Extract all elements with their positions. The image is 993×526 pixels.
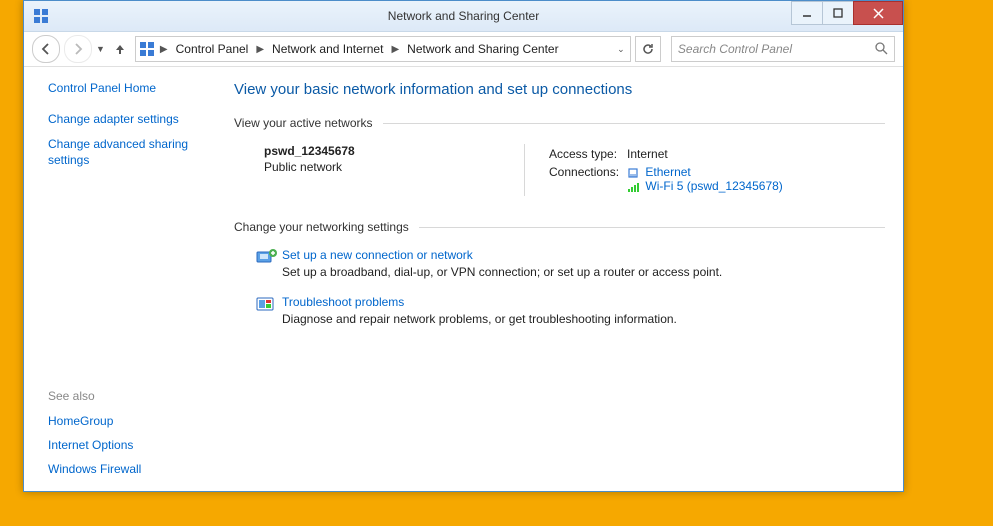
maximize-button[interactable] — [822, 1, 854, 25]
divider — [419, 227, 885, 228]
main-panel: View your basic network information and … — [224, 67, 903, 491]
search-icon — [874, 41, 888, 58]
task-troubleshoot-desc: Diagnose and repair network problems, or… — [282, 312, 677, 326]
sidebar-internet-options[interactable]: Internet Options — [48, 438, 214, 452]
active-network-block: pswd_12345678 Public network Access type… — [264, 144, 885, 196]
change-settings-heading: Change your networking settings — [234, 220, 409, 234]
breadcrumb[interactable]: ▶ Control Panel ▶ Network and Internet ▶… — [135, 36, 631, 62]
task-new-connection: Set up a new connection or network Set u… — [252, 248, 885, 279]
breadcrumb-network-internet[interactable]: Network and Internet — [268, 40, 387, 58]
breadcrumb-network-sharing[interactable]: Network and Sharing Center — [403, 40, 562, 58]
access-type-label: Access type: — [549, 146, 625, 162]
new-connection-icon — [252, 248, 282, 272]
up-button[interactable] — [109, 38, 131, 60]
window: Network and Sharing Center ▼ ▶ Control P… — [23, 0, 904, 492]
sidebar-change-advanced-sharing[interactable]: Change advanced sharing settings — [48, 136, 214, 168]
troubleshoot-icon — [252, 295, 282, 319]
chevron-right-icon[interactable]: ▶ — [254, 44, 266, 55]
sidebar-homegroup[interactable]: HomeGroup — [48, 414, 214, 428]
nav-bar: ▼ ▶ Control Panel ▶ Network and Internet… — [24, 32, 903, 67]
task-troubleshoot-link[interactable]: Troubleshoot problems — [282, 295, 677, 309]
wifi-icon — [627, 181, 639, 193]
breadcrumb-dropdown-icon[interactable]: ⌄ — [614, 44, 628, 55]
window-title: Network and Sharing Center — [24, 9, 903, 23]
connection-ethernet-link[interactable]: Ethernet — [645, 165, 690, 179]
breadcrumb-icon — [138, 40, 156, 58]
network-type: Public network — [264, 160, 524, 174]
sidebar-change-adapter[interactable]: Change adapter settings — [48, 112, 214, 126]
chevron-right-icon[interactable]: ▶ — [389, 44, 401, 55]
titlebar: Network and Sharing Center — [24, 1, 903, 32]
task-troubleshoot: Troubleshoot problems Diagnose and repai… — [252, 295, 885, 326]
task-new-connection-desc: Set up a broadband, dial-up, or VPN conn… — [282, 265, 722, 279]
refresh-button[interactable] — [635, 36, 661, 62]
sidebar: Control Panel Home Change adapter settin… — [24, 67, 224, 491]
sidebar-control-panel-home[interactable]: Control Panel Home — [48, 81, 214, 95]
system-icon — [28, 3, 54, 29]
divider — [383, 123, 885, 124]
active-networks-heading: View your active networks — [234, 116, 373, 130]
back-button[interactable] — [32, 35, 60, 63]
search-input[interactable]: Search Control Panel — [671, 36, 895, 62]
see-also-heading: See also — [48, 389, 214, 403]
recent-dropdown-icon[interactable]: ▼ — [96, 44, 105, 54]
breadcrumb-control-panel[interactable]: Control Panel — [172, 40, 253, 58]
access-type-value: Internet — [627, 146, 789, 162]
task-new-connection-link[interactable]: Set up a new connection or network — [282, 248, 722, 262]
connections-label: Connections: — [549, 164, 625, 194]
connection-wifi-link[interactable]: Wi-Fi 5 (pswd_12345678) — [645, 179, 782, 193]
forward-button[interactable] — [64, 35, 92, 63]
minimize-button[interactable] — [791, 1, 823, 25]
ethernet-icon — [627, 167, 639, 179]
page-heading: View your basic network information and … — [234, 81, 885, 98]
search-placeholder: Search Control Panel — [678, 42, 792, 56]
chevron-right-icon[interactable]: ▶ — [158, 44, 170, 55]
close-button[interactable] — [853, 1, 903, 25]
sidebar-windows-firewall[interactable]: Windows Firewall — [48, 462, 214, 476]
network-name: pswd_12345678 — [264, 144, 524, 158]
